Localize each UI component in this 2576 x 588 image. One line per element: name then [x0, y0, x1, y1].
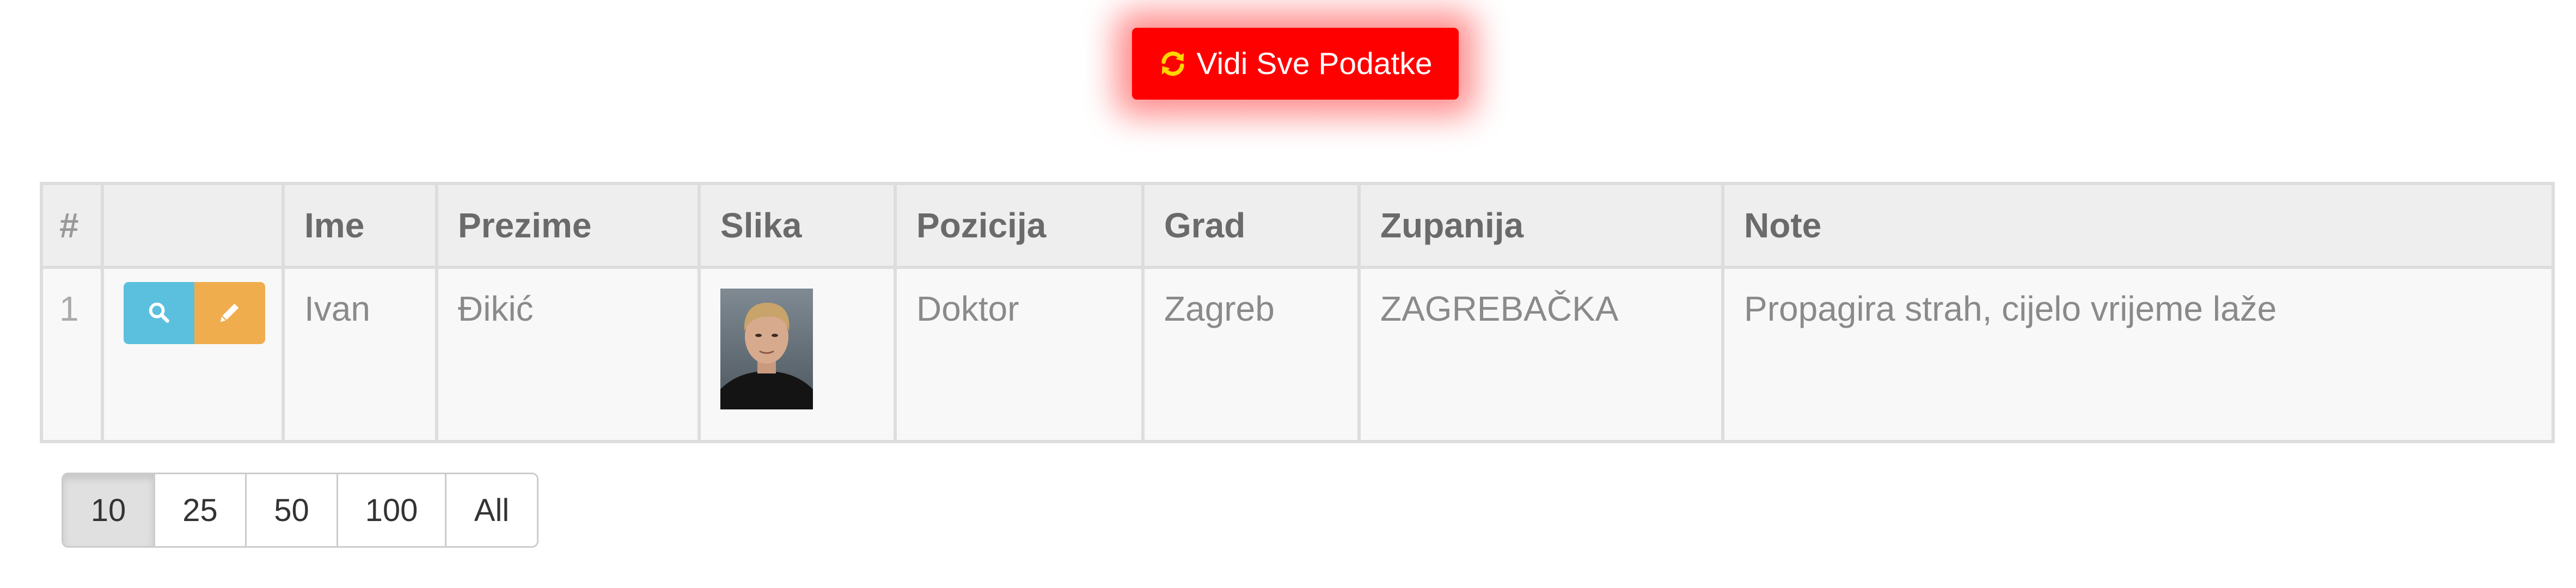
cell-ime: Ivan	[282, 266, 438, 443]
column-header-actions	[101, 182, 285, 269]
table-row: 1 Ivan Đikić Doktor Zagreb ZAGREBAČKA Pr…	[40, 266, 2555, 443]
column-header-pozicija[interactable]: Pozicija	[894, 182, 1145, 269]
cell-slika	[697, 266, 897, 443]
page-length-selector: 10 25 50 100 All	[62, 473, 539, 548]
pencil-icon	[217, 293, 242, 333]
page-length-10[interactable]: 10	[63, 474, 154, 546]
view-button[interactable]	[124, 282, 194, 344]
column-header-prezime[interactable]: Prezime	[435, 182, 701, 269]
refresh-icon	[1158, 49, 1188, 78]
portrait-photo[interactable]	[720, 289, 813, 409]
row-index: 1	[40, 266, 104, 443]
view-all-data-button[interactable]: Vidi Sve Podatke	[1132, 28, 1459, 100]
row-action-group	[124, 282, 265, 344]
search-icon	[146, 293, 172, 333]
view-all-data-label: Vidi Sve Podatke	[1196, 46, 1433, 81]
cell-pozicija: Doktor	[894, 266, 1145, 443]
edit-button[interactable]	[194, 282, 265, 344]
column-header-index[interactable]: #	[40, 182, 104, 269]
row-actions	[101, 266, 285, 443]
data-table: # Ime Prezime Slika Pozicija Grad Zupani…	[40, 182, 2555, 443]
cell-zupanija: ZAGREBAČKA	[1357, 266, 1724, 443]
cell-grad: Zagreb	[1141, 266, 1361, 443]
column-header-zupanija[interactable]: Zupanija	[1357, 182, 1724, 269]
column-header-ime[interactable]: Ime	[282, 182, 438, 269]
column-header-note[interactable]: Note	[1721, 182, 2555, 269]
table-header-row: # Ime Prezime Slika Pozicija Grad Zupani…	[40, 182, 2555, 269]
cell-prezime: Đikić	[435, 266, 701, 443]
column-header-grad[interactable]: Grad	[1141, 182, 1361, 269]
page-length-100[interactable]: 100	[336, 474, 445, 546]
column-header-slika[interactable]: Slika	[697, 182, 897, 269]
page-length-all[interactable]: All	[445, 474, 537, 546]
page-length-50[interactable]: 50	[245, 474, 336, 546]
page-length-25[interactable]: 25	[154, 474, 245, 546]
cell-note: Propagira strah, cijelo vrijeme laže	[1721, 266, 2555, 443]
